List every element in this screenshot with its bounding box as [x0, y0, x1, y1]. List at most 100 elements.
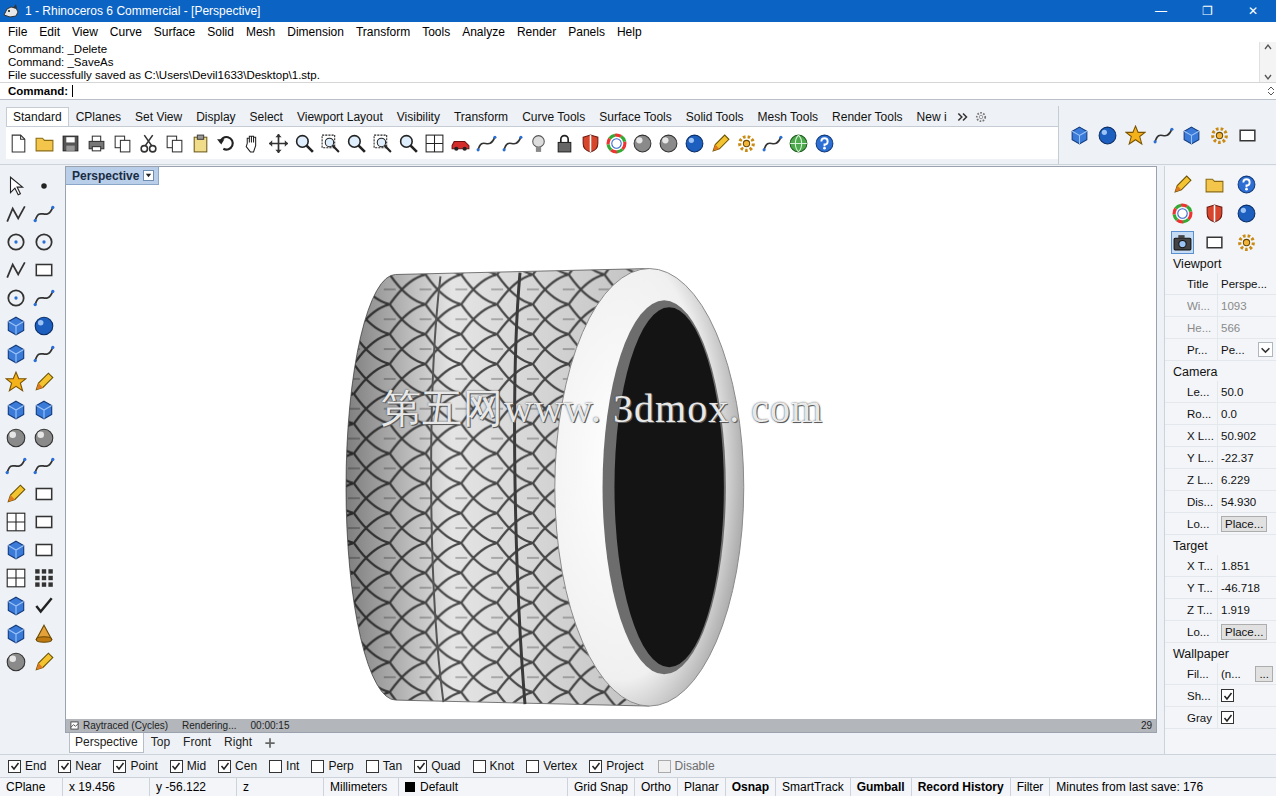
zoomwin-icon[interactable]	[372, 133, 393, 154]
toolbar-tab[interactable]: Surface Tools	[592, 107, 679, 126]
viewport-tab[interactable]: Right	[218, 733, 258, 753]
circle-icon[interactable]	[33, 231, 55, 253]
menu-item[interactable]: Transform	[350, 25, 416, 39]
grid-icon[interactable]	[424, 133, 445, 154]
status-pane[interactable]: Ortho	[635, 778, 678, 796]
menu-item[interactable]: Panels	[562, 25, 611, 39]
cut-icon[interactable]	[138, 133, 159, 154]
star-icon[interactable]	[5, 371, 27, 393]
polyline-icon[interactable]	[5, 259, 27, 281]
status-pane[interactable]: Default	[399, 778, 568, 796]
sphereb-icon[interactable]	[1097, 125, 1118, 146]
globe-icon[interactable]	[788, 133, 809, 154]
pen-icon[interactable]	[710, 133, 731, 154]
curve-icon[interactable]	[33, 343, 55, 365]
more-tabs-icon[interactable]	[956, 110, 970, 124]
lock-icon[interactable]	[554, 133, 575, 154]
menu-item[interactable]: Dimension	[281, 25, 350, 39]
osnap-option[interactable]: Vertex	[526, 759, 577, 773]
toolbar-tab[interactable]: Render Tools	[825, 107, 910, 126]
cube-icon[interactable]	[1181, 125, 1202, 146]
osnap-checkbox[interactable]	[170, 760, 183, 773]
menu-item[interactable]: Edit	[33, 25, 66, 39]
toolbar-tab[interactable]: Transform	[447, 107, 515, 126]
wheel-icon[interactable]	[606, 133, 627, 154]
add-viewport-icon[interactable]	[263, 736, 277, 750]
rect-icon[interactable]	[33, 511, 55, 533]
rect-icon[interactable]	[33, 539, 55, 561]
cube-icon[interactable]	[5, 623, 27, 645]
menu-item[interactable]: Solid	[201, 25, 240, 39]
toolbar-tab[interactable]: Standard	[6, 107, 69, 126]
window-control-button[interactable]: ❐	[1184, 0, 1230, 22]
shield-icon[interactable]	[1204, 203, 1225, 224]
property-value[interactable]: -46.718	[1221, 582, 1260, 594]
property-dropdown[interactable]: Pe...	[1221, 342, 1276, 357]
help-icon[interactable]	[814, 133, 835, 154]
scroll-down-icon[interactable]	[1263, 72, 1273, 82]
scroll-up-icon[interactable]	[1263, 42, 1273, 52]
render-canvas[interactable]: 第五网www. 3dmox. com	[66, 185, 1156, 719]
sphere-icon[interactable]	[33, 427, 55, 449]
menu-item[interactable]: File	[2, 25, 33, 39]
status-pane[interactable]: CPlane	[0, 778, 63, 796]
dropdown-arrow-icon[interactable]	[1258, 342, 1273, 357]
prompt-spin-icon[interactable]	[1266, 86, 1276, 96]
circle-icon[interactable]	[5, 287, 27, 309]
copy-icon[interactable]	[112, 133, 133, 154]
cube-icon[interactable]	[5, 315, 27, 337]
history-scrollbar[interactable]	[1259, 42, 1276, 82]
osnap-option[interactable]: Project	[589, 759, 643, 773]
osnap-option[interactable]: End	[8, 759, 46, 773]
osnap-option[interactable]: Quad	[414, 759, 460, 773]
viewport-tab[interactable]: Front	[177, 733, 217, 753]
zoomwin-icon[interactable]	[320, 133, 341, 154]
property-value[interactable]: Perspe...	[1221, 278, 1267, 290]
property-checkbox[interactable]	[1221, 711, 1234, 724]
sphere-icon[interactable]	[5, 651, 27, 673]
pen-icon[interactable]	[33, 371, 55, 393]
osnap-checkbox[interactable]	[366, 760, 379, 773]
curve-icon[interactable]	[33, 287, 55, 309]
osnap-checkbox[interactable]	[311, 760, 324, 773]
toolbar-tab[interactable]: Mesh Tools	[751, 107, 825, 126]
property-checkbox[interactable]	[1221, 689, 1234, 702]
paste-icon[interactable]	[190, 133, 211, 154]
curve-icon[interactable]	[33, 203, 55, 225]
folder-icon[interactable]	[34, 133, 55, 154]
polyline-icon[interactable]	[5, 203, 27, 225]
rect-icon[interactable]	[1204, 232, 1225, 253]
place-button[interactable]: Place...	[1221, 624, 1267, 640]
menu-item[interactable]: Render	[511, 25, 562, 39]
property-value[interactable]: -22.37	[1221, 452, 1254, 464]
osnap-option[interactable]: Int	[269, 759, 299, 773]
cone-icon[interactable]	[33, 623, 55, 645]
grid-icon[interactable]	[5, 567, 27, 589]
osnap-option[interactable]: Mid	[170, 759, 206, 773]
status-pane[interactable]: SmartTrack	[776, 778, 851, 796]
viewport-menu-icon[interactable]	[143, 170, 154, 181]
viewport-tab[interactable]: Top	[145, 733, 176, 753]
property-value[interactable]: 54.930	[1221, 496, 1256, 508]
menu-item[interactable]: View	[66, 25, 104, 39]
shield-icon[interactable]	[580, 133, 601, 154]
property-value[interactable]: 0.0	[1221, 408, 1237, 420]
toolbar-tab[interactable]: Viewport Layout	[290, 107, 390, 126]
toolbar-tab[interactable]: Curve Tools	[515, 107, 592, 126]
status-pane[interactable]: Filter	[1011, 778, 1051, 796]
osnap-checkbox[interactable]	[113, 760, 126, 773]
pen-icon[interactable]	[33, 651, 55, 673]
cube-icon[interactable]	[5, 595, 27, 617]
gear-icon[interactable]	[1209, 125, 1230, 146]
viewport-tab[interactable]: Perspective	[69, 733, 144, 753]
sphere-icon[interactable]	[5, 427, 27, 449]
toolbar-tab[interactable]: CPlanes	[69, 107, 128, 126]
status-pane[interactable]: Millimeters	[324, 778, 399, 796]
toolbar-tab[interactable]: Select	[243, 107, 290, 126]
sphereb-icon[interactable]	[684, 133, 705, 154]
gear-icon[interactable]	[1236, 232, 1257, 253]
toolbar-tab[interactable]: Set View	[128, 107, 189, 126]
pen-icon[interactable]	[1172, 174, 1193, 195]
copy-icon[interactable]	[164, 133, 185, 154]
status-pane[interactable]: Grid Snap	[568, 778, 635, 796]
